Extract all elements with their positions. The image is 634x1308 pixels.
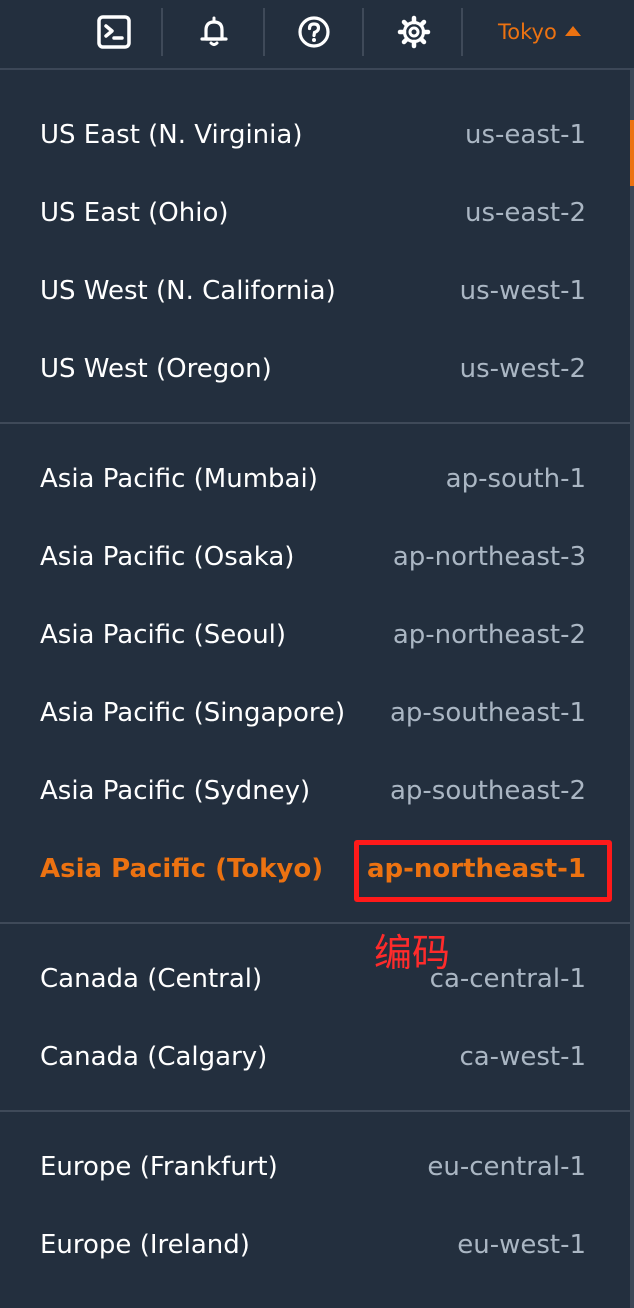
- region-code: us-east-2: [465, 198, 586, 228]
- region-name: US West (Oregon): [40, 354, 272, 384]
- region-selector-button[interactable]: Tokyo: [486, 12, 606, 52]
- region-code: eu-central-1: [427, 1152, 586, 1182]
- region-name: US West (N. California): [40, 276, 336, 306]
- toolbar-divider: [161, 8, 163, 56]
- region-dropdown-menu: US East (N. Virginia) us-east-1 US East …: [0, 72, 630, 1308]
- region-option[interactable]: US West (N. California) us-west-1: [0, 252, 630, 330]
- region-option[interactable]: Asia Pacific (Sydney) ap-southeast-2: [0, 752, 630, 830]
- page-edge-accent: [630, 120, 634, 186]
- region-name: Asia Pacific (Singapore): [40, 698, 346, 728]
- region-code: ap-southeast-2: [389, 776, 586, 806]
- region-option[interactable]: Canada (Central) ca-central-1: [0, 940, 630, 1018]
- region-code: ca-central-1: [429, 964, 586, 994]
- group-divider: [0, 922, 630, 924]
- region-name: Asia Pacific (Sydney): [40, 776, 311, 806]
- page-edge: [630, 70, 634, 1308]
- group-divider: [0, 1110, 630, 1112]
- annotation-label: 编码: [374, 931, 451, 975]
- region-code: ap-northeast-2: [392, 620, 586, 650]
- toolbar-divider: [263, 8, 265, 56]
- region-option[interactable]: Asia Pacific (Mumbai) ap-south-1: [0, 440, 630, 518]
- region-option[interactable]: Asia Pacific (Seoul) ap-northeast-2: [0, 596, 630, 674]
- region-name: Europe (Ireland): [40, 1230, 250, 1260]
- region-option[interactable]: US East (Ohio) us-east-2: [0, 174, 630, 252]
- region-selector-label: Tokyo: [498, 20, 557, 44]
- region-code: ap-south-1: [445, 464, 586, 494]
- group-divider: [0, 422, 630, 424]
- region-option[interactable]: Asia Pacific (Singapore) ap-southeast-1: [0, 674, 630, 752]
- region-name: Canada (Calgary): [40, 1042, 268, 1072]
- region-option[interactable]: US East (N. Virginia) us-east-1: [0, 96, 630, 174]
- toolbar-divider: [461, 8, 463, 56]
- region-code: ap-southeast-1: [389, 698, 586, 728]
- toolbar-divider: [362, 8, 364, 56]
- region-option[interactable]: Europe (Frankfurt) eu-central-1: [0, 1128, 630, 1206]
- region-option[interactable]: US West (Oregon) us-west-2: [0, 330, 630, 408]
- region-code: ca-west-1: [459, 1042, 586, 1072]
- help-icon[interactable]: [294, 12, 334, 52]
- region-code: eu-west-1: [457, 1230, 586, 1260]
- region-name: US East (N. Virginia): [40, 120, 303, 150]
- bell-icon[interactable]: [194, 12, 234, 52]
- region-code: us-west-2: [459, 354, 586, 384]
- region-name: US East (Ohio): [40, 198, 229, 228]
- region-name: Canada (Central): [40, 964, 263, 994]
- region-code: us-east-1: [465, 120, 586, 150]
- region-code: ap-northeast-3: [392, 542, 586, 572]
- region-option[interactable]: Europe (Ireland) eu-west-1: [0, 1206, 630, 1284]
- caret-up-icon: [564, 26, 581, 36]
- region-code: us-west-1: [459, 276, 586, 306]
- terminal-icon[interactable]: [94, 12, 134, 52]
- region-option[interactable]: Canada (Calgary) ca-west-1: [0, 1018, 630, 1096]
- annotation-highlight-box: [354, 840, 612, 902]
- top-navigation-bar: Tokyo: [0, 0, 634, 70]
- region-name: Europe (Frankfurt): [40, 1152, 278, 1182]
- region-option[interactable]: Asia Pacific (Osaka) ap-northeast-3: [0, 518, 630, 596]
- region-name: Asia Pacific (Tokyo): [40, 854, 324, 884]
- gear-icon[interactable]: [394, 12, 434, 52]
- region-name: Asia Pacific (Mumbai): [40, 464, 318, 494]
- region-name: Asia Pacific (Seoul): [40, 620, 287, 650]
- region-name: Asia Pacific (Osaka): [40, 542, 295, 572]
